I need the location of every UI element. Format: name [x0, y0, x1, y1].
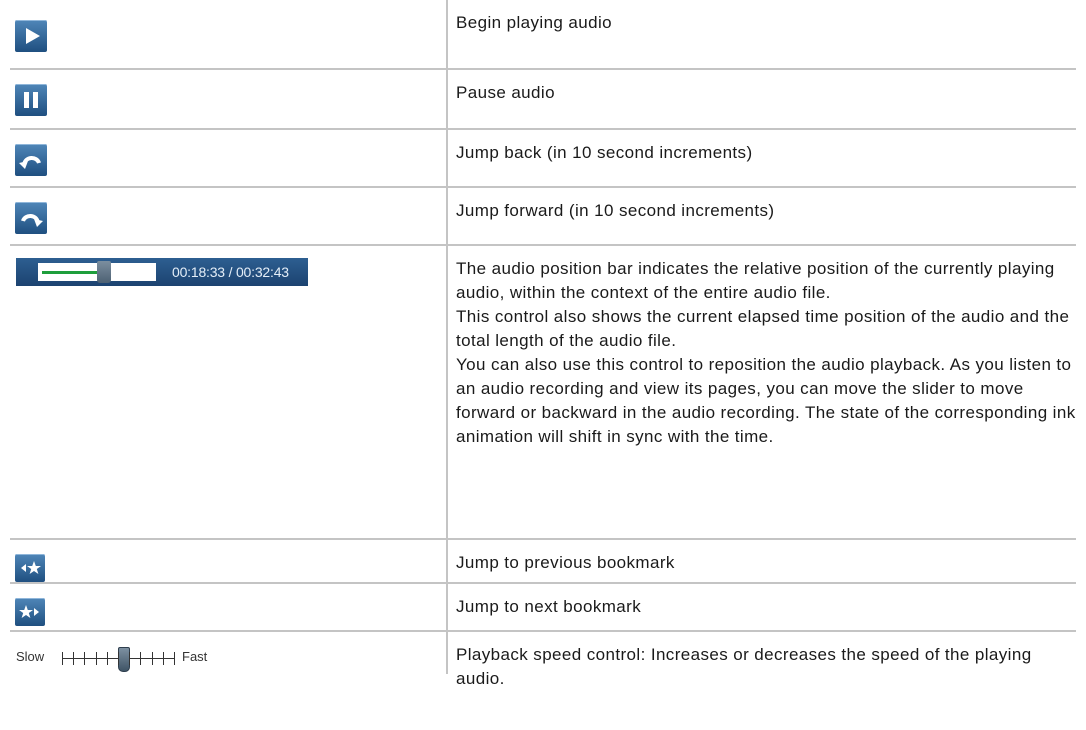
table-row-playback-speed: Slow Fast Playback speed control: Increa… — [0, 632, 1086, 692]
description-text: Jump to next bookmark — [456, 597, 642, 616]
speed-tick — [152, 652, 153, 665]
fast-label: Fast — [182, 649, 208, 664]
speed-tick — [118, 652, 119, 665]
row-description: Jump to next bookmark — [456, 595, 1078, 619]
position-slider-handle[interactable] — [97, 261, 111, 283]
table-row-pause: Pause audio — [0, 70, 1086, 130]
speed-tick — [84, 652, 85, 665]
speed-tick — [96, 652, 97, 665]
next-bookmark-icon — [15, 598, 45, 626]
speed-tick — [129, 652, 130, 665]
description-text: Jump to previous bookmark — [456, 553, 675, 572]
table-row-previous-bookmark: Jump to previous bookmark — [0, 540, 1086, 584]
speed-tick — [73, 652, 74, 665]
description-text: You can also use this control to reposit… — [456, 355, 1076, 446]
slow-label: Slow — [16, 649, 45, 664]
table-row-audio-position: 00:18:33 / 00:32:43 The audio position b… — [0, 246, 1086, 540]
playback-speed-control[interactable]: Slow Fast — [16, 644, 246, 672]
speed-tick — [140, 652, 141, 665]
description-text: Jump forward (in 10 second increments) — [456, 201, 775, 220]
jump-back-icon — [15, 144, 47, 176]
speed-tick — [163, 652, 164, 665]
row-description: The audio position bar indicates the rel… — [456, 257, 1078, 449]
position-track[interactable] — [38, 261, 156, 283]
row-description: Begin playing audio — [456, 11, 1078, 35]
table-row-jump-back: Jump back (in 10 second increments) — [0, 130, 1086, 188]
table-row-play: Begin playing audio — [0, 0, 1086, 70]
play-icon — [15, 20, 47, 52]
description-text: Jump back (in 10 second increments) — [456, 143, 753, 162]
row-description: Playback speed control: Increases or dec… — [456, 643, 1078, 691]
description-text: The audio position bar indicates the rel… — [456, 259, 1055, 302]
description-text: Playback speed control: Increases or dec… — [456, 645, 1032, 688]
description-text: Begin playing audio — [456, 13, 612, 32]
description-text: This control also shows the current elap… — [456, 307, 1070, 350]
previous-bookmark-icon — [15, 554, 45, 582]
speed-tick — [62, 652, 63, 665]
table-row-jump-forward: Jump forward (in 10 second increments) — [0, 188, 1086, 246]
row-description: Jump forward (in 10 second increments) — [456, 199, 1078, 223]
jump-forward-icon — [15, 202, 47, 234]
position-fill — [42, 271, 97, 274]
row-description: Pause audio — [456, 81, 1078, 105]
speed-tick — [174, 652, 175, 665]
audio-position-bar[interactable]: 00:18:33 / 00:32:43 — [16, 258, 308, 286]
row-description: Jump back (in 10 second increments) — [456, 141, 1078, 165]
elapsed-total-time: 00:18:33 / 00:32:43 — [172, 264, 289, 280]
speed-tick — [107, 652, 108, 665]
description-text: Pause audio — [456, 83, 555, 102]
table-row-next-bookmark: Jump to next bookmark — [0, 584, 1086, 632]
pause-icon — [15, 84, 47, 116]
row-description: Jump to previous bookmark — [456, 551, 1078, 575]
